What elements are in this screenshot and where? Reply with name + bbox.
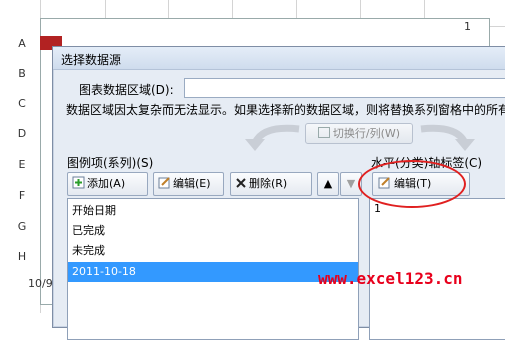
chart-data-range-input[interactable] — [184, 78, 505, 98]
delete-icon — [236, 178, 246, 188]
add-icon — [72, 176, 85, 189]
series-list[interactable]: 开始日期 已完成 未完成 2011-10-18 — [67, 198, 359, 340]
row-label-e[interactable]: E — [14, 158, 30, 171]
row-label-f[interactable]: F — [14, 189, 30, 202]
watermark: www.excel123.cn — [318, 269, 463, 288]
move-up-button[interactable]: ▲ — [317, 172, 339, 196]
chart-axis-value: 1 — [464, 20, 471, 33]
switch-row-column-button[interactable]: 切换行/列(W) — [305, 123, 413, 144]
move-down-icon: ▼ — [346, 177, 356, 190]
dialog-title-bar[interactable]: 选择数据源 — [53, 47, 505, 70]
edit-series-button[interactable]: 编辑(E) — [153, 172, 224, 196]
row-label-g[interactable]: G — [14, 220, 30, 233]
row-label-d[interactable]: D — [14, 127, 30, 140]
row-label-b[interactable]: B — [14, 67, 30, 80]
row-label-a[interactable]: A — [14, 37, 30, 50]
edit-series-label: 编辑(E) — [173, 177, 211, 190]
row-label-h[interactable]: H — [14, 250, 30, 263]
series-item-selected[interactable]: 2011-10-18 — [72, 263, 136, 281]
delete-series-button[interactable]: 删除(R) — [230, 172, 312, 196]
row-header: A B C D E F G H — [0, 0, 40, 313]
series-item[interactable]: 未完成 — [72, 242, 105, 260]
series-item[interactable]: 开始日期 — [72, 202, 116, 220]
switch-icon — [317, 127, 330, 138]
range-warning-text: 数据区域因太复杂而无法显示。如果选择新的数据区域，则将替换系列窗格中的所有 — [66, 103, 505, 117]
annotation-ellipse — [358, 160, 466, 208]
move-up-icon: ▲ — [323, 177, 333, 190]
series-panel-label: 图例项(系列)(S) — [67, 156, 154, 170]
right-curved-arrow-icon — [420, 124, 475, 151]
add-series-button[interactable]: 添加(A) — [67, 172, 148, 196]
series-item[interactable]: 已完成 — [72, 222, 105, 240]
dialog-title: 选择数据源 — [61, 53, 122, 67]
edit-icon — [158, 177, 170, 189]
series-toolbar: 添加(A) 编辑(E) 删除(R) ▲ ▼ — [67, 172, 362, 196]
add-series-label: 添加(A) — [87, 177, 126, 190]
left-curved-arrow-icon — [245, 124, 300, 151]
switch-row-column-label: 切换行/列(W) — [332, 127, 401, 140]
delete-series-label: 删除(R) — [249, 177, 288, 190]
chart-data-range-label: 图表数据区域(D): — [79, 83, 174, 97]
row-label-c[interactable]: C — [14, 97, 30, 110]
chart-axis-label: 10/9 — [28, 277, 53, 290]
